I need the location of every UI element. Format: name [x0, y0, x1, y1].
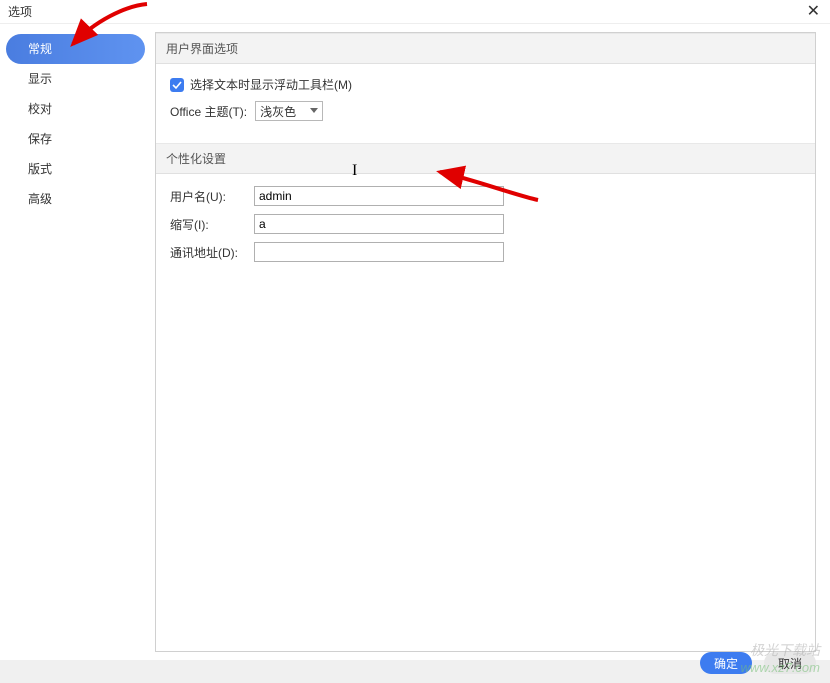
checkbox-label: 选择文本时显示浮动工具栏(M)	[190, 76, 352, 93]
section-body-personalization: 用户名(U): 缩写(I): 通讯地址(D):	[156, 174, 815, 284]
cancel-button[interactable]: 取消	[764, 652, 816, 674]
checkbox-floating-toolbar[interactable]	[170, 78, 184, 92]
row-floating-toolbar: 选择文本时显示浮动工具栏(M)	[170, 76, 801, 93]
cancel-button-label: 取消	[778, 655, 802, 672]
theme-select[interactable]: 浅灰色	[255, 101, 323, 121]
titlebar: 选项 ✕	[0, 0, 830, 24]
sidebar-item-label: 高级	[28, 192, 52, 206]
ok-button-label: 确定	[714, 655, 738, 672]
sidebar-item-advanced[interactable]: 高级	[6, 184, 145, 214]
sidebar-item-proofing[interactable]: 校对	[6, 94, 145, 124]
theme-label: Office 主题(T):	[170, 103, 247, 120]
sidebar: 常规 显示 校对 保存 版式 高级	[0, 24, 155, 660]
sidebar-item-general[interactable]: 常规	[6, 34, 145, 64]
address-label: 通讯地址(D):	[170, 244, 250, 261]
sidebar-item-label: 版式	[28, 162, 52, 176]
abbr-label: 缩写(I):	[170, 216, 250, 233]
sidebar-item-layout[interactable]: 版式	[6, 154, 145, 184]
section-header-personalization: 个性化设置	[156, 143, 815, 174]
content-panel: 用户界面选项 选择文本时显示浮动工具栏(M) Office 主题(T): 浅灰色…	[155, 32, 816, 652]
close-icon[interactable]: ✕	[803, 4, 824, 20]
check-icon	[172, 80, 182, 90]
sidebar-item-label: 保存	[28, 132, 52, 146]
row-username: 用户名(U):	[170, 186, 801, 206]
dialog-title: 选项	[8, 3, 32, 20]
username-label: 用户名(U):	[170, 188, 250, 205]
sidebar-item-label: 常规	[28, 42, 52, 56]
section-body-ui-options: 选择文本时显示浮动工具栏(M) Office 主题(T): 浅灰色	[156, 64, 815, 143]
sidebar-item-display[interactable]: 显示	[6, 64, 145, 94]
dialog-body: 常规 显示 校对 保存 版式 高级 用户界面选项 选择文本时显示浮动工具栏(M)	[0, 24, 830, 660]
ok-button[interactable]: 确定	[700, 652, 752, 674]
sidebar-item-label: 校对	[28, 102, 52, 116]
abbr-input[interactable]	[254, 214, 504, 234]
row-theme: Office 主题(T): 浅灰色	[170, 101, 801, 121]
chevron-down-icon	[310, 108, 318, 113]
row-address: 通讯地址(D):	[170, 242, 801, 262]
username-input[interactable]	[254, 186, 504, 206]
section-header-ui-options: 用户界面选项	[156, 33, 815, 64]
sidebar-item-label: 显示	[28, 72, 52, 86]
dialog-footer: 确定 取消	[700, 643, 816, 683]
address-input[interactable]	[254, 242, 504, 262]
sidebar-item-save[interactable]: 保存	[6, 124, 145, 154]
row-abbr: 缩写(I):	[170, 214, 801, 234]
theme-select-value: 浅灰色	[260, 103, 296, 120]
